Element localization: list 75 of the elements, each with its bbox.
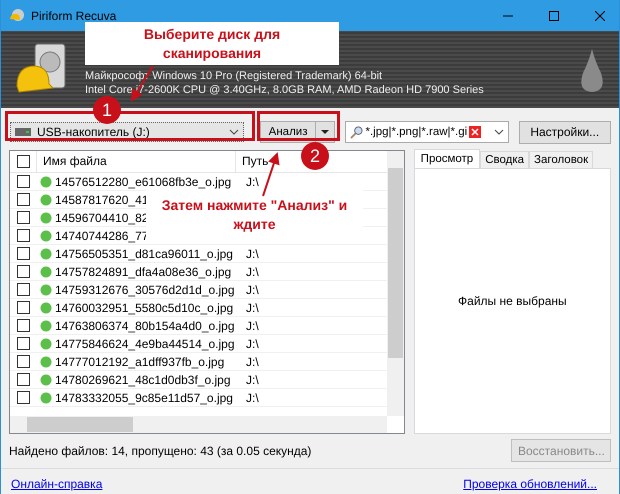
file-path: J:\ [246, 174, 259, 188]
column-header[interactable]: Путь [236, 151, 276, 172]
column-header[interactable]: Имя файла [36, 151, 236, 172]
file-path: J:\ [246, 372, 259, 386]
tab[interactable]: Просмотр [414, 149, 480, 168]
app-icon [9, 8, 25, 24]
dropdown-arrow-icon[interactable] [321, 130, 330, 134]
file-name: 14576512280_e61068fb3e_o.jpg [55, 174, 232, 188]
status-dot-icon [40, 302, 52, 314]
status-dot-icon [40, 266, 52, 278]
file-name: 14783332055_9c85e11d57_o.jpg [55, 390, 233, 404]
empty-message: Файлы не выбраны [458, 294, 567, 308]
checkbox[interactable] [16, 391, 30, 404]
checkbox[interactable] [16, 355, 30, 368]
checkbox[interactable] [16, 319, 30, 332]
chevron-down-icon [228, 129, 239, 135]
status-dot-icon [40, 392, 52, 404]
file-name: 14757824891_dfa4a08e36_o.jpg [55, 264, 232, 278]
status-dot-icon [40, 356, 52, 368]
file-path: J:\ [246, 246, 259, 260]
callout-text: Затем нажмите "Анализ" и ждите [160, 196, 348, 234]
file-name: 14587817620_41 [55, 192, 148, 206]
file-name: 14740744286_77 [55, 228, 148, 242]
status-dot-icon [40, 230, 52, 242]
checkbox[interactable] [16, 155, 30, 168]
status-text: Найдено файлов: 14, пропущено: 43 (за 0.05 секунда) [9, 444, 312, 458]
file-path: J:\ [246, 336, 259, 350]
checkbox[interactable] [16, 337, 30, 350]
tab[interactable]: Сводка [480, 151, 530, 168]
vertical-scrollbar[interactable] [386, 151, 404, 416]
status-dot-icon [40, 284, 52, 296]
checkbox[interactable] [16, 265, 30, 278]
status-dot-icon [40, 212, 52, 224]
checkbox[interactable] [16, 175, 30, 188]
link[interactable]: Проверка обновлений... [463, 477, 597, 491]
file-path: J:\ [246, 300, 259, 314]
maximize-icon[interactable] [549, 10, 559, 20]
checkbox[interactable] [16, 283, 30, 296]
chevron-down-icon [494, 129, 504, 135]
close-icon[interactable] [595, 10, 605, 20]
file-name: 14777012192_a1dff937fb_o.jpg [55, 354, 224, 368]
file-name: 14775846624_4e9ba44514_o.jpg [55, 336, 235, 350]
window-title: Piriform Recuva [31, 8, 116, 22]
status-dot-icon [40, 320, 52, 332]
file-name: 14780269621_48c1d0db3f_o.jpg [55, 372, 231, 386]
link[interactable]: Онлайн-справка [11, 477, 102, 491]
file-name: 14760032951_5580c5d10c_o.jpg [55, 300, 234, 314]
file-name: 14763806374_80b154a4d0_o.jpg [55, 318, 235, 332]
file-name: 14756505351_d81ca96011_o.jpg [55, 246, 233, 260]
file-name: 14759312676_30576d2d1d_o.jpg [55, 282, 235, 296]
checkbox[interactable] [16, 247, 30, 260]
file-path: J:\ [246, 264, 259, 278]
status-dot-icon [40, 338, 52, 350]
status-dot-icon [40, 248, 52, 260]
status-dot-icon [40, 176, 52, 188]
tab[interactable]: Заголовок [529, 151, 594, 168]
file-path: J:\ [246, 390, 259, 404]
drive-icon [15, 128, 31, 136]
status-dot-icon [40, 194, 52, 206]
file-path: J:\ [246, 354, 259, 368]
settings-button[interactable]: Настройки... [518, 120, 611, 144]
filter-field[interactable]: *.jpg|*.png|*.raw|*.gi [345, 121, 509, 143]
file-path: J:\ [246, 282, 259, 296]
checkbox[interactable] [16, 373, 30, 386]
status-dot-icon [40, 374, 52, 386]
file-name: 14596704410_82 [55, 210, 148, 224]
search-icon [350, 126, 364, 138]
file-path: J:\ [246, 318, 259, 332]
clear-icon[interactable] [469, 126, 482, 138]
checkbox[interactable] [16, 211, 30, 224]
horizontal-scrollbar[interactable] [10, 416, 387, 433]
checkbox[interactable] [16, 301, 30, 314]
callout-text: Выберите диск для сканирования [142, 24, 282, 62]
checkbox[interactable] [16, 193, 30, 206]
checkbox[interactable] [16, 229, 30, 242]
